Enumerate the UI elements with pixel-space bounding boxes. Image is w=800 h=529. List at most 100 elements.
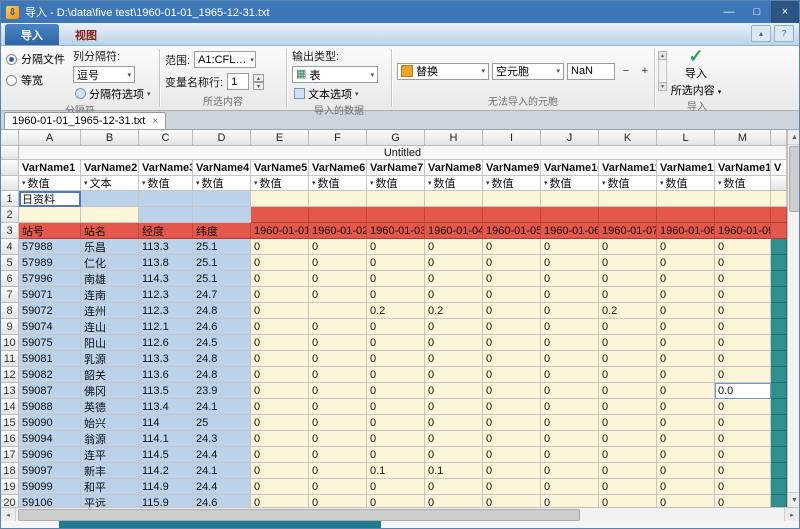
cell-A19[interactable]: 59099: [19, 479, 81, 495]
type-select-2[interactable]: ▾文本: [81, 176, 139, 191]
cell-partial-15[interactable]: [771, 415, 787, 431]
corner-cell[interactable]: [1, 130, 19, 146]
cell-D12[interactable]: 24.8: [193, 367, 251, 383]
cell-partial-4[interactable]: [771, 239, 787, 255]
cell-D13[interactable]: 23.9: [193, 383, 251, 399]
varname-8[interactable]: VarName8: [425, 160, 483, 176]
cell-partial-10[interactable]: [771, 335, 787, 351]
row-number-3[interactable]: 3: [1, 223, 19, 239]
cell-F12[interactable]: 0: [309, 367, 367, 383]
cell-E10[interactable]: 0: [251, 335, 309, 351]
cell-C16[interactable]: 114.1: [139, 431, 193, 447]
cell-M11[interactable]: 0: [715, 351, 771, 367]
type-select-partial[interactable]: [771, 176, 787, 191]
cell-E13[interactable]: 0: [251, 383, 309, 399]
cell-C8[interactable]: 112.3: [139, 303, 193, 319]
cell-G5[interactable]: 0: [367, 255, 425, 271]
cell-A7[interactable]: 59071: [19, 287, 81, 303]
cell-E16[interactable]: 0: [251, 431, 309, 447]
cell-F5[interactable]: 0: [309, 255, 367, 271]
cell-D19[interactable]: 24.4: [193, 479, 251, 495]
cell-J6[interactable]: 0: [541, 271, 599, 287]
cell-M1[interactable]: [715, 191, 771, 207]
row-number-14[interactable]: 14: [1, 399, 19, 415]
row-number-15[interactable]: 15: [1, 415, 19, 431]
cell-C6[interactable]: 114.3: [139, 271, 193, 287]
row-number-5[interactable]: 5: [1, 255, 19, 271]
cell-J1[interactable]: [541, 191, 599, 207]
cell-G10[interactable]: 0: [367, 335, 425, 351]
replace-rule-select[interactable]: 替换 ▾: [397, 63, 489, 80]
row-number-8[interactable]: 8: [1, 303, 19, 319]
cell-L13[interactable]: 0: [657, 383, 715, 399]
cell-D17[interactable]: 24.4: [193, 447, 251, 463]
cell-A14[interactable]: 59088: [19, 399, 81, 415]
cell-E8[interactable]: 0: [251, 303, 309, 319]
col-letter-B[interactable]: B: [81, 130, 139, 146]
cell-H14[interactable]: 0: [425, 399, 483, 415]
cell-J20[interactable]: 0: [541, 495, 599, 507]
cell-partial-9[interactable]: [771, 319, 787, 335]
type-select-9[interactable]: ▾数值: [483, 176, 541, 191]
scroll-down-icon[interactable]: ▼: [788, 492, 799, 507]
cell-L14[interactable]: 0: [657, 399, 715, 415]
replace-value-field[interactable]: NaN: [567, 63, 615, 80]
cell-L7[interactable]: 0: [657, 287, 715, 303]
cell-H3[interactable]: 1960-01-04: [425, 223, 483, 239]
cell-D10[interactable]: 24.5: [193, 335, 251, 351]
type-select-6[interactable]: ▾数值: [309, 176, 367, 191]
cell-K8[interactable]: 0.2: [599, 303, 657, 319]
cell-B6[interactable]: 南雄: [81, 271, 139, 287]
cell-J11[interactable]: 0: [541, 351, 599, 367]
row-number-16[interactable]: 16: [1, 431, 19, 447]
col-letter-C[interactable]: C: [139, 130, 193, 146]
cell-E18[interactable]: 0: [251, 463, 309, 479]
cell-B13[interactable]: 佛冈: [81, 383, 139, 399]
cell-D20[interactable]: 24.6: [193, 495, 251, 507]
cell-G9[interactable]: 0: [367, 319, 425, 335]
cell-K11[interactable]: 0: [599, 351, 657, 367]
cell-F3[interactable]: 1960-01-02: [309, 223, 367, 239]
radio-delimited-file[interactable]: 分隔文件: [6, 51, 65, 67]
cell-M19[interactable]: 0: [715, 479, 771, 495]
cell-K18[interactable]: 0: [599, 463, 657, 479]
varname-13[interactable]: VarName13: [715, 160, 771, 176]
cell-partial-8[interactable]: [771, 303, 787, 319]
cell-F10[interactable]: 0: [309, 335, 367, 351]
cell-G17[interactable]: 0: [367, 447, 425, 463]
cell-C17[interactable]: 114.5: [139, 447, 193, 463]
cell-J17[interactable]: 0: [541, 447, 599, 463]
cell-M16[interactable]: 0: [715, 431, 771, 447]
cell-F8[interactable]: [309, 303, 367, 319]
cell-partial-11[interactable]: [771, 351, 787, 367]
cell-H11[interactable]: 0: [425, 351, 483, 367]
row-number-18[interactable]: 18: [1, 463, 19, 479]
cell-J8[interactable]: 0: [541, 303, 599, 319]
cell-M4[interactable]: 0: [715, 239, 771, 255]
cell-J2[interactable]: [541, 207, 599, 223]
cell-G13[interactable]: 0: [367, 383, 425, 399]
type-select-3[interactable]: ▾数值: [139, 176, 193, 191]
cell-I17[interactable]: 0: [483, 447, 541, 463]
cell-B18[interactable]: 新丰: [81, 463, 139, 479]
cell-D8[interactable]: 24.8: [193, 303, 251, 319]
cell-L5[interactable]: 0: [657, 255, 715, 271]
type-select-5[interactable]: ▾数值: [251, 176, 309, 191]
cell-F17[interactable]: 0: [309, 447, 367, 463]
cell-E19[interactable]: 0: [251, 479, 309, 495]
cell-C19[interactable]: 114.9: [139, 479, 193, 495]
cell-K2[interactable]: [599, 207, 657, 223]
cell-I12[interactable]: 0: [483, 367, 541, 383]
cell-E2[interactable]: [251, 207, 309, 223]
tab-import[interactable]: 导入: [5, 24, 59, 45]
cell-I5[interactable]: 0: [483, 255, 541, 271]
col-letter-J[interactable]: J: [541, 130, 599, 146]
cell-H16[interactable]: 0: [425, 431, 483, 447]
col-letter-K[interactable]: K: [599, 130, 657, 146]
cell-A17[interactable]: 59096: [19, 447, 81, 463]
cell-E9[interactable]: 0: [251, 319, 309, 335]
col-letter-A[interactable]: A: [19, 130, 81, 146]
cell-B3[interactable]: 站名: [81, 223, 139, 239]
cell-D9[interactable]: 24.6: [193, 319, 251, 335]
cell-A9[interactable]: 59074: [19, 319, 81, 335]
